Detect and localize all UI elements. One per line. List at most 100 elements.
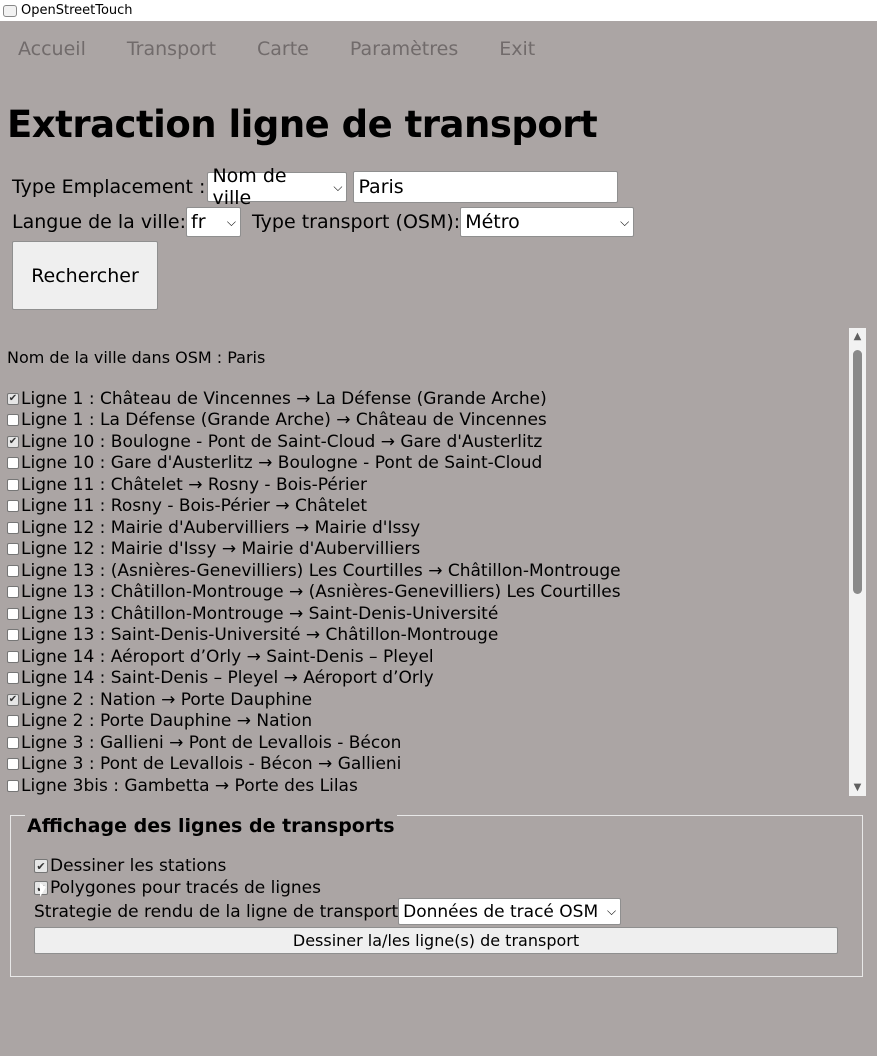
scroll-up-arrow-icon[interactable]: ▲ [849,328,866,345]
line-checkbox[interactable] [7,564,19,577]
line-label: Ligne 13 : Saint-Denis-Université → Chât… [21,625,499,646]
line-checkbox[interactable] [7,543,19,556]
transport-type-select[interactable]: Métro ⌵ [460,207,635,237]
menu-item-transport[interactable]: Transport [127,38,216,60]
transport-line-item[interactable]: ✔ Ligne 1 : Château de Vincennes → La Déf… [7,388,621,410]
line-checkbox[interactable]: ✔ [7,392,19,405]
menu-item-parametres[interactable]: Paramètres [350,38,458,60]
line-checkbox[interactable] [7,758,19,771]
menu-item-accueil[interactable]: Accueil [18,38,86,60]
line-checkbox[interactable] [7,500,19,513]
transport-line-item[interactable]: Ligne 1 : La Défense (Grande Arche) → Ch… [7,410,621,432]
chevron-down-icon: ⌵ [226,214,237,229]
language-value: fr [191,211,206,233]
location-type-label: Type Emplacement : [12,176,206,198]
scroll-down-arrow-icon[interactable]: ▼ [849,779,866,796]
line-checkbox[interactable]: ✔ [7,435,19,448]
line-label: Ligne 2 : Nation → Porte Dauphine [21,689,313,710]
transport-type-label: Type transport (OSM): [252,211,461,233]
language-select[interactable]: fr ⌵ [186,207,242,237]
line-checkbox[interactable] [7,607,19,620]
line-label: Ligne 11 : Châtelet → Rosny - Bois-Périe… [21,474,368,495]
transport-line-item[interactable]: Ligne 14 : Saint-Denis – Pleyel → Aéropo… [7,668,621,690]
transport-line-item[interactable]: Ligne 2 : Porte Dauphine → Nation [7,711,621,733]
line-label: Ligne 3bis : Gambetta → Porte des Lilas [21,775,358,796]
chevron-down-icon: ⌵ [620,214,630,229]
line-label: Ligne 3 : Gallieni → Pont de Levallois -… [21,732,402,753]
transport-line-item[interactable]: ✔ Ligne 10 : Boulogne - Pont de Saint-Clo… [7,431,621,453]
location-type-select[interactable]: Nom de ville ⌵ [207,165,348,209]
page-title: Extraction ligne de transport [7,103,598,146]
menu-bar: Accueil Transport Carte Paramètres Exit [0,21,877,77]
transport-line-list: ✔ Ligne 1 : Château de Vincennes → La Déf… [7,388,621,796]
line-checkbox[interactable] [7,650,19,663]
line-label: Ligne 13 : (Asnières-Genevilliers) Les C… [21,560,621,581]
line-label: Ligne 2 : Porte Dauphine → Nation [21,711,313,732]
transport-line-item[interactable]: Ligne 3 : Pont de Levallois - Bécon → Ga… [7,754,621,776]
line-label: Ligne 14 : Saint-Denis – Pleyel → Aéropo… [21,668,434,689]
line-label: Ligne 1 : La Défense (Grande Arche) → Ch… [21,410,547,431]
line-checkbox[interactable] [7,521,19,534]
language-label: Langue de la ville: [12,211,187,233]
line-checkbox[interactable] [7,715,19,728]
line-checkbox[interactable] [7,414,19,427]
line-label: Ligne 13 : Châtillon-Montrouge → Saint-D… [21,603,499,624]
transport-line-item[interactable]: ✔ Ligne 2 : Nation → Porte Dauphine [7,689,621,711]
transport-line-item[interactable]: Ligne 11 : Châtelet → Rosny - Bois-Périe… [7,474,621,496]
location-row: Type Emplacement : Nom de ville ⌵ Paris [12,165,619,209]
location-type-value: Nom de ville [212,165,287,209]
line-checkbox[interactable] [7,672,19,685]
line-label: Ligne 1 : Château de Vincennes → La Défe… [21,388,547,409]
line-label: Ligne 14 : Aéroport d’Orly → Saint-Denis… [21,646,434,667]
city-input-value: Paris [358,176,404,198]
title-bar: OpenStreetTouch [0,0,877,21]
transport-line-item[interactable]: Ligne 13 : Saint-Denis-Université → Chât… [7,625,621,647]
scroll-thumb[interactable] [853,350,862,594]
transport-line-item[interactable]: Ligne 3 : Gallieni → Pont de Levallois -… [7,732,621,754]
transport-line-item[interactable]: Ligne 12 : Mairie d'Aubervilliers → Mair… [7,517,621,539]
line-checkbox[interactable] [7,478,19,491]
line-checkbox[interactable] [7,736,19,749]
city-input[interactable]: Paris [353,171,619,203]
menu-item-carte[interactable]: Carte [257,38,309,60]
polygons-option[interactable]: ✔ Polygones pour tracés de lignes [34,878,321,898]
line-label: Ligne 11 : Rosny - Bois-Périer → Châtele… [21,496,368,517]
app-icon [3,4,17,17]
line-checkbox[interactable] [7,457,19,470]
display-options-legend: Affichage des lignes de transports [25,815,397,837]
transport-line-item[interactable]: Ligne 12 : Mairie d'Issy → Mairie d'Aube… [7,539,621,561]
line-checkbox[interactable]: ✔ [7,693,19,706]
polygons-label: Polygones pour tracés de lignes [50,878,321,898]
mouse-cursor-icon [40,883,46,897]
results-panel: Nom de la ville dans OSM : Paris ✔ Ligne … [0,328,849,796]
results-scrollbar[interactable]: ▲ ▼ [849,328,866,796]
draw-lines-button[interactable]: Dessiner la/les ligne(s) de transport [34,927,838,954]
line-checkbox[interactable] [7,586,19,599]
draw-stations-option[interactable]: ✔ Dessiner les stations [34,856,226,876]
transport-line-item[interactable]: Ligne 3bis : Gambetta → Porte des Lilas [7,775,621,796]
transport-line-item[interactable]: Ligne 11 : Rosny - Bois-Périer → Châtele… [7,496,621,518]
strategy-select[interactable]: Données de tracé OSM ⌵ [398,898,622,925]
line-label: Ligne 12 : Mairie d'Issy → Mairie d'Aube… [21,539,421,560]
strategy-row: Strategie de rendu de la ligne de transp… [34,898,622,925]
transport-line-item[interactable]: Ligne 13 : Châtillon-Montrouge → Saint-D… [7,603,621,625]
chevron-down-icon: ⌵ [333,179,343,194]
transport-line-item[interactable]: Ligne 13 : (Asnières-Genevilliers) Les C… [7,560,621,582]
line-checkbox[interactable] [7,629,19,642]
line-checkbox[interactable] [7,779,19,792]
strategy-value: Données de tracé OSM [403,901,599,922]
menu-item-exit[interactable]: Exit [499,38,535,60]
transport-type-value: Métro [465,211,520,233]
line-label: Ligne 12 : Mairie d'Aubervilliers → Mair… [21,517,421,538]
strategy-label: Strategie de rendu de la ligne de transp… [34,901,399,922]
line-label: Ligne 13 : Châtillon-Montrouge → (Asnièr… [21,582,621,603]
window-title: OpenStreetTouch [21,3,133,18]
line-label: Ligne 10 : Gare d'Austerlitz → Boulogne … [21,453,543,474]
transport-line-item[interactable]: Ligne 10 : Gare d'Austerlitz → Boulogne … [7,453,621,475]
chevron-down-icon: ⌵ [607,904,617,918]
transport-line-item[interactable]: Ligne 14 : Aéroport d’Orly → Saint-Denis… [7,646,621,668]
draw-stations-checkbox[interactable]: ✔ [34,859,48,873]
line-label: Ligne 3 : Pont de Levallois - Bécon → Ga… [21,754,402,775]
transport-line-item[interactable]: Ligne 13 : Châtillon-Montrouge → (Asnièr… [7,582,621,604]
search-button[interactable]: Rechercher [12,241,158,310]
